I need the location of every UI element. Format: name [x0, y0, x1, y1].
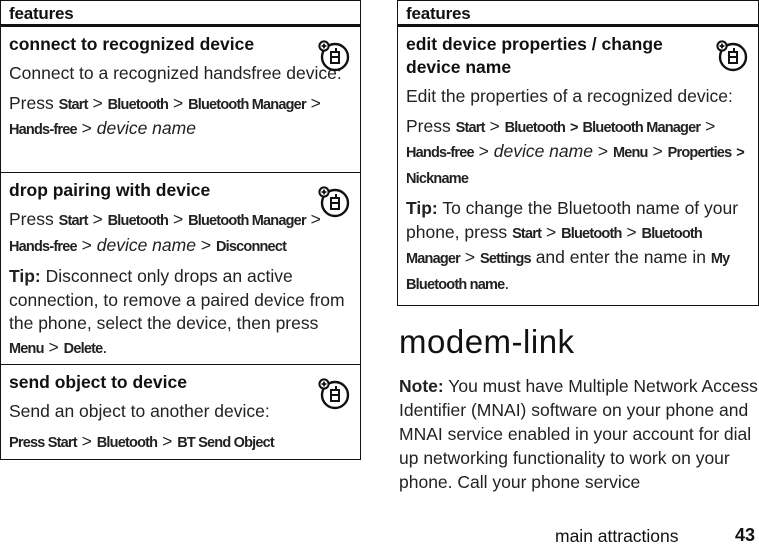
menu-key: Start [455, 119, 486, 136]
menu-path: Press Start > Bluetooth > Bluetooth Mana… [9, 209, 321, 255]
bluetooth-phone-feature-icon [318, 186, 350, 218]
feature-title: send object to device [9, 372, 187, 392]
menu-key: Bluetooth [107, 213, 169, 229]
feature-title: connect to recognized device [9, 34, 255, 54]
menu-key: Bluetooth [504, 119, 566, 136]
page-number: 43 [735, 525, 756, 545]
section-note: Note: You must have Multiple Network Acc… [399, 374, 759, 494]
features-table-right: features edit device properties / change… [397, 0, 759, 306]
bluetooth-phone-feature-icon [318, 40, 350, 72]
table-header: features [1, 1, 360, 27]
feature-title: drop pairing with device [9, 180, 211, 200]
menu-key: Bluetooth Manager [188, 96, 307, 113]
note-label: Note: [399, 376, 444, 396]
menu-path: Press Start > Bluetooth > Bluetooth Mana… [406, 115, 745, 187]
menu-key: Bluetooth Manager [188, 213, 307, 229]
menu-key: Bluetooth [561, 225, 622, 242]
menu-key: Properties [667, 145, 733, 161]
feature-row-connect: connect to recognized device Connect to … [1, 27, 360, 173]
menu-key: Press Start [9, 434, 78, 451]
menu-key: BT Send Object [177, 434, 275, 451]
feature-row-drop-pairing: drop pairing with device Press Start > B… [1, 173, 360, 365]
feature-row-send-object: send object to device Send an object to … [1, 365, 360, 459]
menu-path: Press Start > Bluetooth > Bluetooth Mana… [9, 92, 321, 139]
menu-key: Hands-free [406, 145, 475, 161]
tip-label: Tip: [406, 198, 438, 218]
menu-key: Bluetooth [96, 434, 158, 451]
tip: Tip: Disconnect only drops an active con… [9, 266, 345, 357]
table-header: features [398, 1, 758, 27]
menu-item-variable: device name [493, 141, 593, 161]
menu-key: Settings [480, 251, 532, 267]
menu-key: Delete [63, 340, 104, 357]
tip: Tip: To change the Bluetooth name of you… [406, 198, 739, 293]
menu-key: Nickname [406, 170, 469, 187]
feature-row-edit-properties: edit device properties / change device n… [398, 27, 758, 305]
menu-key: Menu [612, 145, 648, 161]
menu-key: Hands-free [9, 122, 78, 138]
menu-item-variable: device name [96, 118, 196, 138]
menu-key: Bluetooth Manager [582, 119, 702, 136]
tip-label: Tip: [9, 266, 41, 286]
menu-path: Press Start > Bluetooth > BT Send Object [9, 430, 275, 451]
section-heading: modem-link [399, 323, 575, 360]
feature-description: Edit the properties of a recognized devi… [406, 86, 733, 106]
menu-key: Start [58, 213, 89, 229]
note-text: You must have Multiple Network Access Id… [399, 376, 758, 492]
bluetooth-phone-feature-icon [716, 40, 748, 72]
menu-key: Start [512, 225, 542, 242]
feature-description: Send an object to another device: [9, 401, 270, 421]
feature-description: Connect to a recognized handsfree device… [9, 63, 342, 83]
menu-item-variable: device name [96, 234, 196, 255]
menu-key: Start [58, 96, 89, 113]
menu-key: Bluetooth [107, 96, 169, 113]
feature-title: edit device properties / change device n… [406, 34, 663, 77]
menu-key: Menu [9, 340, 44, 357]
features-table-left: features connect to recognized device Co… [0, 0, 361, 460]
menu-key: Hands-free [9, 238, 78, 255]
menu-key: Disconnect [215, 238, 287, 255]
bluetooth-phone-feature-icon [318, 378, 350, 410]
